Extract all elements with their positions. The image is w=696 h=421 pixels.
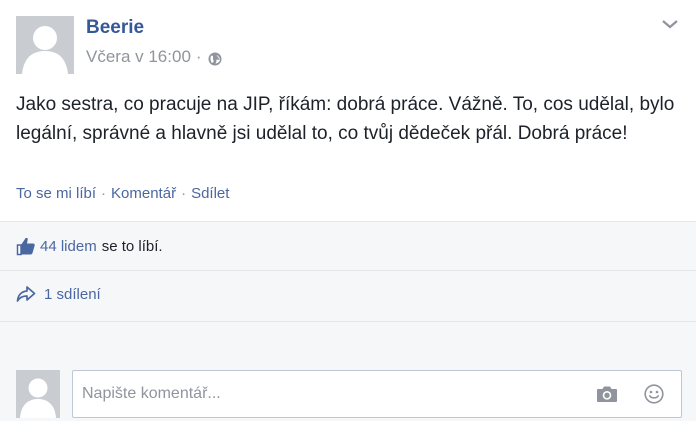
like-link[interactable]: To se mi líbí [16,185,96,202]
action-separator: · [181,185,187,202]
feedback-section: 44 lidem se to líbí. 1 sdílení [0,221,696,421]
comment-input[interactable] [82,371,582,417]
author-avatar[interactable] [16,16,74,74]
comment-link[interactable]: Komentář [111,185,176,202]
post-meta: Včera v 16:00 · [86,47,222,67]
author-name[interactable]: Beerie [86,17,144,39]
likes-count-link[interactable]: 44 lidem [40,238,97,255]
likes-suffix: se to líbí. [101,237,163,255]
shares-count-link[interactable]: 1 sdílení [44,286,101,303]
likes-summary-content: 44 lidem se to líbí. [16,236,163,256]
shares-summary-content: 1 sdílení [16,285,101,303]
meta-separator: · [195,47,202,66]
action-separator: · [101,185,107,202]
chevron-down-icon[interactable] [661,17,679,29]
shares-summary: 1 sdílení [0,271,696,322]
comment-box [72,370,682,418]
post-text: Jako sestra, co pracuje na JIP, říkám: d… [16,94,675,144]
thumbs-up-icon [16,236,36,256]
smiley-icon[interactable] [644,384,664,404]
likes-summary: 44 lidem se to líbí. [0,222,696,271]
post-timestamp[interactable]: Včera v 16:00 [86,47,191,67]
commenter-avatar [16,370,60,418]
globe-icon[interactable] [208,51,222,66]
camera-icon[interactable] [596,385,618,403]
share-arrow-icon [16,285,36,303]
facebook-post: Beerie Včera v 16:00 · Jako sestra, co p… [0,0,696,421]
post-actions: To se mi líbí · Komentář · Sdílet [16,185,229,202]
share-link[interactable]: Sdílet [191,185,229,202]
